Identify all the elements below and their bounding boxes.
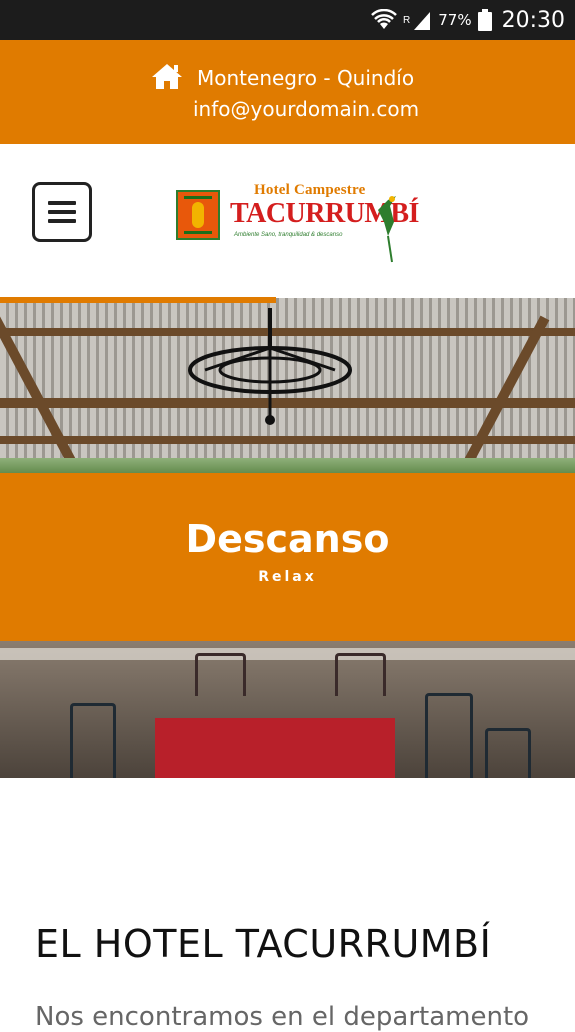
signal-icon	[414, 12, 431, 30]
roaming-indicator: R	[403, 14, 411, 26]
slide-subtitle: Relax	[258, 569, 317, 585]
menu-bar	[48, 201, 76, 205]
logo-tagline: Ambiente Sano, tranquilidad & descanso	[234, 232, 343, 238]
chandelier-icon	[188, 308, 352, 425]
slide-title: Descanso	[185, 517, 390, 561]
battery-percentage: 77%	[438, 11, 472, 29]
site-header: Hotel Campestre TACURRUMBÍ Ambiente Sano…	[0, 144, 575, 298]
hotel-logo[interactable]: Hotel Campestre TACURRUMBÍ Ambiente Sano…	[176, 182, 419, 264]
logo-text-hotel-campestre: Hotel Campestre	[254, 182, 366, 198]
status-icons: R 77% 20:30	[371, 0, 565, 40]
menu-bar	[48, 219, 76, 223]
menu-bar	[48, 210, 76, 214]
section-heading: EL HOTEL TACURRUMBÍ	[35, 922, 492, 966]
location-text: Montenegro - Quindío	[197, 66, 415, 90]
top-info-bar: Montenegro - Quindío info@yourdomain.com	[0, 40, 575, 144]
clock: 20:30	[501, 7, 565, 33]
hamburger-menu-button[interactable]	[32, 182, 92, 242]
wifi-icon	[371, 9, 397, 29]
hero-image-table	[155, 718, 395, 778]
home-icon	[152, 64, 182, 89]
slide-caption: Descanso Relax	[0, 473, 575, 641]
status-bar: R 77% 20:30	[0, 0, 575, 40]
hummingbird-icon	[378, 196, 396, 263]
email-link[interactable]: info@yourdomain.com	[193, 97, 419, 121]
logo-emblem	[176, 190, 220, 240]
battery-icon	[477, 9, 492, 31]
slider-progress-bar	[0, 297, 276, 303]
section-paragraph: Nos encontramos en el departamento	[35, 1002, 530, 1032]
